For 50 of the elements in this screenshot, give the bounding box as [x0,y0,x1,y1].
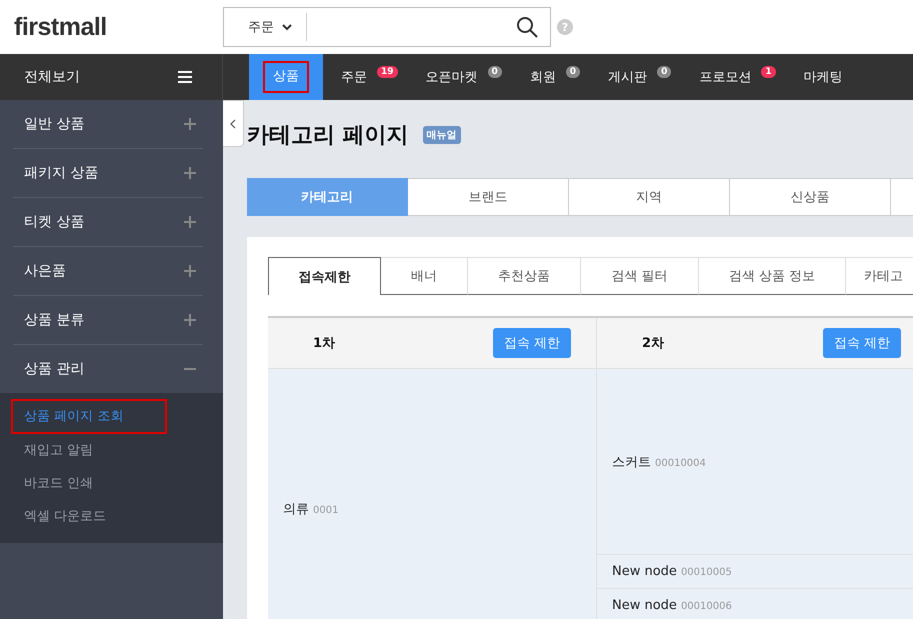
count-badge: 0 [488,66,502,78]
category-cell[interactable]: New node 00010005 [612,564,732,579]
plus-icon[interactable] [184,118,196,130]
nav-tab[interactable]: 게시판 0 [590,54,682,100]
submenu-item[interactable]: 엑셀 다운로드 [0,500,223,533]
sidebar-item[interactable]: 사은품 [13,247,203,296]
nav-tab[interactable]: 오픈마켓 0 [408,54,512,100]
sidebar-item[interactable]: 티켓 상품 [13,198,203,247]
plus-icon[interactable] [184,265,196,277]
category-cell[interactable]: 의류 0001 [283,500,338,518]
nav-tab[interactable]: 프로모션 1 [681,54,786,100]
sub-tab[interactable]: 카테고 [846,257,913,295]
submenu-item[interactable]: 재입고 알림 [0,434,223,467]
page-tab[interactable]: 지역 [569,178,730,216]
menu-icon[interactable] [178,71,192,83]
category-cell[interactable]: New node 00010006 [612,598,732,613]
sub-tab[interactable]: 접속제한 [268,257,381,295]
chevron-left-icon [229,118,237,128]
count-badge: 19 [377,66,398,78]
sub-tab[interactable]: 검색 상품 정보 [699,257,846,295]
submenu-item[interactable]: 상품 페이지 조회 [11,399,167,434]
all-menu-label[interactable]: 전체보기 [24,68,80,86]
sub-tab[interactable]: 검색 필터 [581,257,699,295]
sidebar-item[interactable]: 상품 관리 [13,345,203,393]
submenu-item[interactable]: 바코드 인쇄 [0,467,223,500]
collapse-button[interactable] [223,100,244,147]
page-tab[interactable]: 브랜드 [408,178,569,216]
logo[interactable]: firstmall [14,12,107,40]
page-title: 카테고리 페이지 [247,122,409,150]
nav-tab[interactable]: 회원 0 [512,54,590,100]
count-badge: 0 [566,66,580,78]
category-cell[interactable]: 스커트 00010004 [612,452,706,470]
nav-tab[interactable]: 주문 19 [323,54,408,100]
search-field[interactable]: 주문 [223,7,551,47]
plus-icon[interactable] [184,216,196,228]
nav-tab[interactable]: 마케팅 [786,54,861,100]
sidebar-item[interactable]: 패키지 상품 [13,149,203,198]
column-header: 1차 [313,335,336,352]
search-icon[interactable] [516,16,538,38]
caret-icon [282,22,292,32]
plus-icon[interactable] [184,167,196,179]
sub-tab[interactable]: 추천상품 [468,257,581,295]
sidebar-item[interactable]: 일반 상품 [13,100,203,149]
page-tab[interactable]: 신상품 [730,178,891,216]
sub-tab[interactable]: 배너 [381,257,468,295]
column-header: 2차 [642,335,664,352]
count-badge: 1 [761,66,776,78]
count-badge: 0 [657,66,672,78]
plus-icon[interactable] [184,314,196,326]
sidebar-item[interactable]: 상품 분류 [13,296,203,345]
